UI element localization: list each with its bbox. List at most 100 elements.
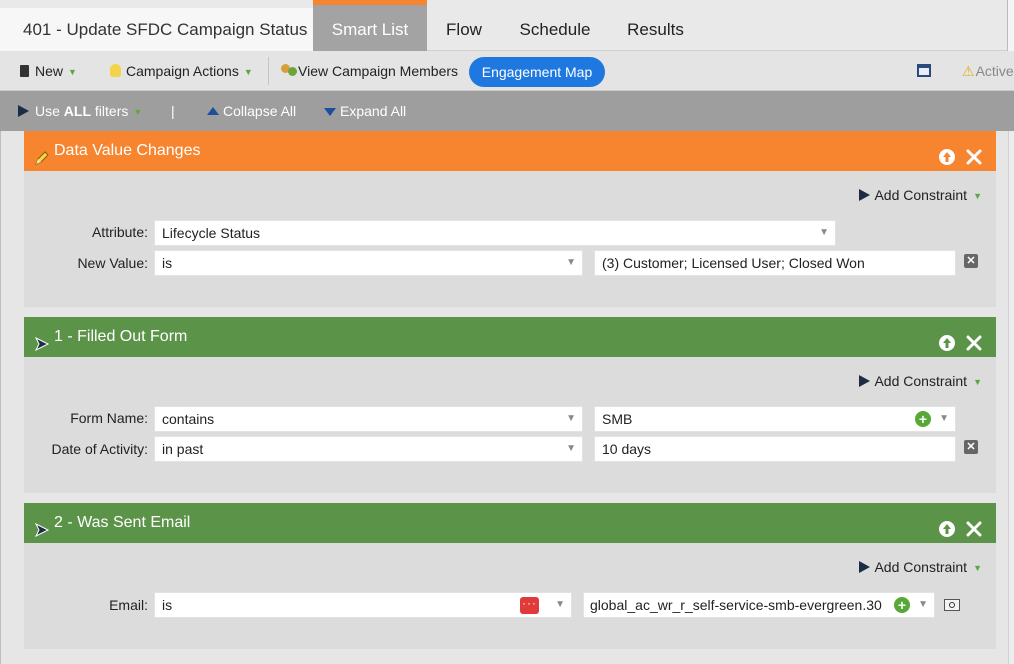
filter-card-header[interactable]: 1 - Filled Out Form (24, 317, 996, 357)
close-icon[interactable] (965, 514, 983, 537)
campaign-title: 401 - Update SFDC Campaign Status (0, 8, 313, 51)
chevron-down-icon: ▼ (555, 599, 565, 610)
triangle-down-icon (324, 108, 336, 116)
filter-icon (859, 375, 871, 387)
add-constraint-button[interactable]: Add Constraint ▼ (859, 559, 982, 575)
add-value-icon[interactable]: + (915, 411, 931, 427)
chevron-down-icon: ▼ (973, 377, 982, 387)
chevron-down-icon: ▼ (566, 257, 576, 268)
filter-icon (859, 189, 871, 201)
tab-results[interactable]: Results (609, 0, 702, 51)
filter-card-title: 1 - Filled Out Form (54, 328, 188, 345)
smart-list-canvas: Data Value Changes Add Constraint ▼ Attri… (0, 131, 1014, 664)
email-label: Email: (109, 597, 148, 613)
expand-all-label: Expand All (340, 103, 407, 119)
vertical-scrollbar[interactable] (1008, 131, 1014, 664)
new-label: New (35, 63, 64, 79)
collapse-all-button[interactable]: Collapse All (207, 91, 296, 131)
use-all-label: ALL (63, 103, 92, 119)
attribute-label: Attribute: (91, 224, 148, 240)
operator-value: contains (162, 411, 215, 427)
filter-card-title: 2 - Was Sent Email (54, 514, 191, 531)
chevron-down-icon: ▼ (973, 563, 982, 573)
active-status[interactable]: ⚠Active (962, 51, 1014, 91)
new-menu-button[interactable]: New ▼ (20, 51, 77, 91)
collapse-all-label: Collapse All (223, 103, 297, 119)
tab-flow[interactable]: Flow (427, 0, 501, 51)
active-label: Active (975, 63, 1014, 79)
lightbulb-icon (110, 64, 121, 77)
move-up-icon[interactable] (938, 142, 956, 165)
triangle-up-icon (207, 107, 219, 115)
view-campaign-members-label: View Campaign Members (298, 63, 459, 79)
filter-card-header[interactable]: Data Value Changes (24, 131, 996, 171)
close-icon[interactable] (965, 328, 983, 351)
filter-bar: Use ALL filters ▼ | Collapse All Expand A… (0, 91, 1014, 131)
chevron-down-icon: ▼ (243, 67, 253, 77)
add-constraint-button[interactable]: Add Constraint ▼ (859, 373, 982, 389)
use-all-filters-dropdown[interactable]: Use ALL filters ▼ (18, 91, 142, 131)
more-options-icon[interactable]: ··· (520, 597, 539, 614)
date-of-activity-input[interactable]: 10 days (594, 436, 956, 462)
chevron-down-icon: ▼ (566, 413, 576, 424)
new-value-operator-select[interactable]: is ▼ (154, 250, 583, 276)
view-campaign-members-button[interactable]: View Campaign Members (281, 51, 458, 91)
engagement-map-button[interactable]: Engagement Map (469, 57, 605, 87)
form-name-value: SMB (602, 411, 633, 427)
toolbar: New ▼ Campaign Actions ▼ View Campaign Mem… (0, 51, 1014, 91)
filter-icon (18, 105, 29, 117)
filter-icon (33, 329, 51, 352)
move-up-icon[interactable] (938, 328, 956, 351)
window-icon[interactable] (917, 64, 931, 77)
filter-card-filled-out-form: 1 - Filled Out Form Add Constraint ▼ Form… (24, 317, 996, 493)
chevron-down-icon: ▼ (973, 191, 982, 201)
filter-icon (33, 515, 51, 538)
add-constraint-button[interactable]: Add Constraint ▼ (859, 187, 982, 203)
members-icon (281, 64, 298, 78)
move-up-icon[interactable] (938, 514, 956, 537)
chevron-down-icon: ▼ (918, 599, 928, 610)
warning-icon: ⚠ (962, 63, 975, 79)
attribute-select[interactable]: Lifecycle Status ▼ (154, 220, 836, 246)
date-of-activity-operator-select[interactable]: in past ▼ (154, 436, 583, 462)
operator-value: is (162, 255, 173, 271)
tab-bar: 401 - Update SFDC Campaign Status Smart … (0, 0, 1014, 51)
new-value-input[interactable]: (3) Customer; Licensed User; Closed Won (594, 250, 956, 276)
email-value-select[interactable]: global_ac_wr_r_self-service-smb-evergree… (583, 592, 935, 618)
preview-icon[interactable] (944, 599, 960, 611)
document-icon (20, 65, 29, 77)
chevron-down-icon: ▼ (133, 107, 143, 117)
email-operator-select[interactable]: is ··· ▼ (154, 592, 572, 618)
use-prefix: Use (35, 103, 60, 119)
remove-row-icon[interactable]: ✕ (964, 440, 978, 454)
date-of-activity-label: Date of Activity: (51, 441, 148, 457)
add-constraint-label: Add Constraint (874, 187, 968, 203)
add-constraint-label: Add Constraint (874, 559, 968, 575)
operator-value: in past (162, 441, 204, 457)
expand-all-button[interactable]: Expand All (324, 91, 406, 131)
toolbar-divider (268, 57, 269, 85)
remove-row-icon[interactable]: ✕ (964, 254, 978, 268)
campaign-actions-button[interactable]: Campaign Actions ▼ (110, 51, 253, 91)
filter-card-data-value-changes: Data Value Changes Add Constraint ▼ Attri… (24, 131, 996, 307)
chevron-down-icon: ▼ (566, 443, 576, 454)
operator-value: is (162, 597, 173, 613)
close-icon[interactable] (965, 142, 983, 165)
chevron-down-icon: ▼ (819, 227, 829, 238)
add-value-icon[interactable]: + (894, 597, 910, 613)
chevron-down-icon: ▼ (939, 413, 949, 424)
use-suffix: filters (94, 103, 129, 119)
form-name-operator-select[interactable]: contains ▼ (154, 406, 583, 432)
canvas-left-border (0, 131, 1, 664)
attribute-value: Lifecycle Status (162, 225, 261, 241)
form-name-value-select[interactable]: SMB + ▼ (594, 406, 956, 432)
tab-smart-list[interactable]: Smart List (313, 0, 427, 51)
filter-card-header[interactable]: 2 - Was Sent Email (24, 503, 996, 543)
email-value: global_ac_wr_r_self-service-smb-evergree… (590, 597, 882, 613)
pencil-icon (33, 143, 51, 165)
filter-icon (859, 561, 871, 573)
add-constraint-label: Add Constraint (874, 373, 968, 389)
filterbar-separator: | (171, 103, 175, 119)
tab-schedule[interactable]: Schedule (501, 0, 609, 51)
new-value-label: New Value: (77, 255, 148, 271)
